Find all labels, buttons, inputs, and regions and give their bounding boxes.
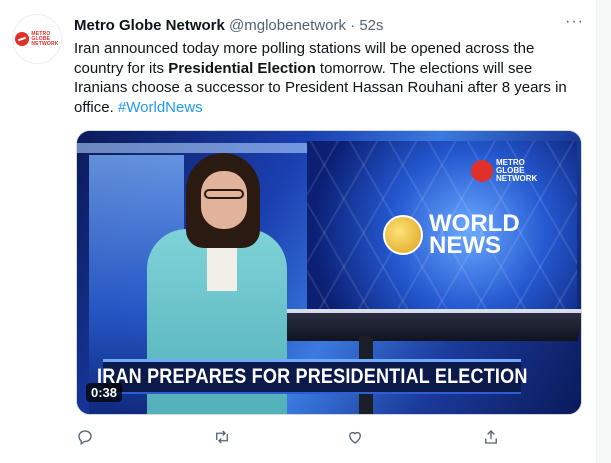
video-player[interactable]: METRO GLOBE NETWORK WORLD NEWS IRAN PREP…	[76, 130, 582, 415]
brand-logo-icon	[15, 32, 30, 46]
tweet-text: Iran announced today more polling statio…	[74, 39, 574, 117]
tweet-header: Metro Globe Network @mglobenetwork · 52s	[74, 17, 384, 35]
brand-logo-icon	[471, 160, 493, 182]
world-news-logo: WORLD NEWS	[383, 210, 520, 259]
tweet-actions	[74, 427, 504, 447]
news-desk-top	[273, 309, 581, 313]
separator-dot: ·	[350, 17, 356, 34]
retweet-icon	[216, 430, 228, 444]
presenter-glasses	[204, 189, 244, 199]
corner-logo-text: METRO GLOBE NETWORK	[496, 158, 538, 183]
hashtag-link[interactable]: #WorldNews	[118, 99, 203, 116]
like-icon	[349, 431, 361, 444]
video-duration: 0:38	[86, 383, 123, 402]
retweet-button[interactable]	[211, 427, 233, 447]
globe-icon	[383, 215, 423, 255]
scrollbar-track	[596, 0, 611, 463]
tweet[interactable]: METRO GLOBE NETWORK Metro Globe Network …	[0, 0, 597, 463]
lower-third-banner: IRAN PREPARES FOR PRESIDENTIAL ELECTION	[97, 359, 527, 394]
corner-logo: METRO GLOBE NETWORK	[471, 159, 537, 183]
lower-third-text: IRAN PREPARES FOR PRESIDENTIAL ELECTION	[96, 365, 528, 388]
presenter-face	[201, 171, 247, 229]
like-button[interactable]	[344, 427, 366, 447]
reply-button[interactable]	[74, 427, 96, 447]
share-icon	[485, 430, 497, 444]
author-handle[interactable]: @mglobenetwork	[229, 17, 346, 34]
avatar-logo-text: METRO GLOBE NETWORK	[31, 30, 59, 47]
reply-icon	[78, 430, 92, 446]
author-name[interactable]: Metro Globe Network	[74, 17, 225, 34]
tweet-timestamp[interactable]: 52s	[359, 17, 383, 34]
tweet-text-bold: Presidential Election	[168, 59, 316, 77]
studio-light-strip	[77, 143, 307, 153]
world-news-text: WORLD NEWS	[429, 210, 520, 259]
avatar[interactable]: METRO GLOBE NETWORK	[12, 14, 62, 64]
more-options-icon[interactable]: ···	[565, 13, 584, 31]
news-desk	[263, 311, 581, 341]
share-button[interactable]	[480, 427, 502, 447]
